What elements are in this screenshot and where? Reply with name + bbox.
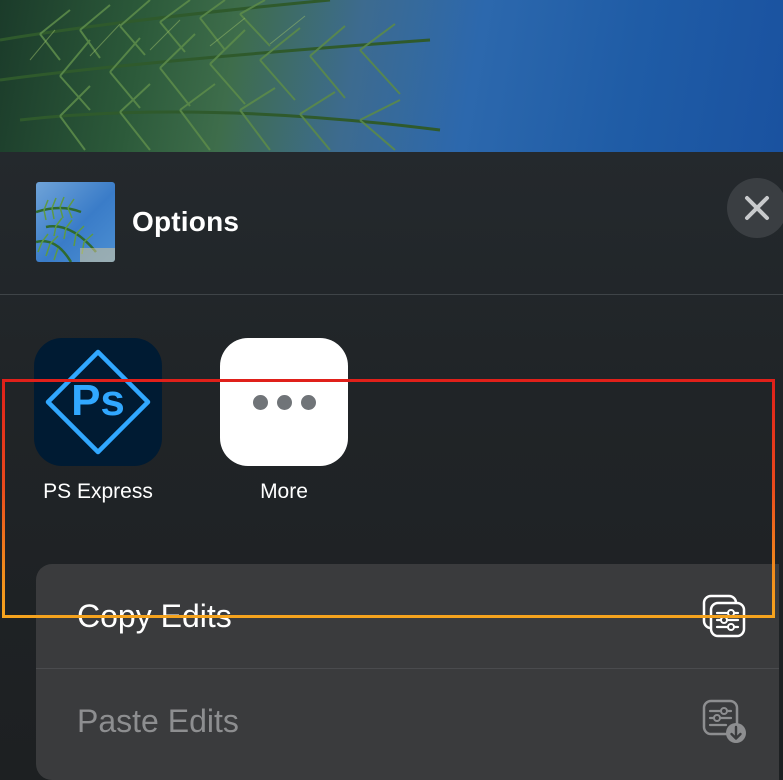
- header-divider: [0, 294, 783, 295]
- background-photo: [0, 0, 783, 152]
- paste-edits-icon: [702, 699, 746, 743]
- sheet-title: Options: [132, 206, 240, 237]
- paste-edits-label: Paste Edits: [77, 703, 239, 739]
- sheet-header: Options: [0, 152, 783, 294]
- highlight-box: [2, 379, 775, 618]
- close-icon: [745, 196, 769, 220]
- close-button[interactable]: [727, 178, 783, 238]
- paste-edits-button[interactable]: Paste Edits: [36, 669, 779, 773]
- photo-thumbnail: [36, 182, 115, 262]
- palm-fronds-graphic: [0, 0, 441, 151]
- share-screen: Options Ps PS Express More Copy Edits Pa…: [0, 0, 783, 780]
- thumbnail-palm-graphic: [36, 196, 115, 262]
